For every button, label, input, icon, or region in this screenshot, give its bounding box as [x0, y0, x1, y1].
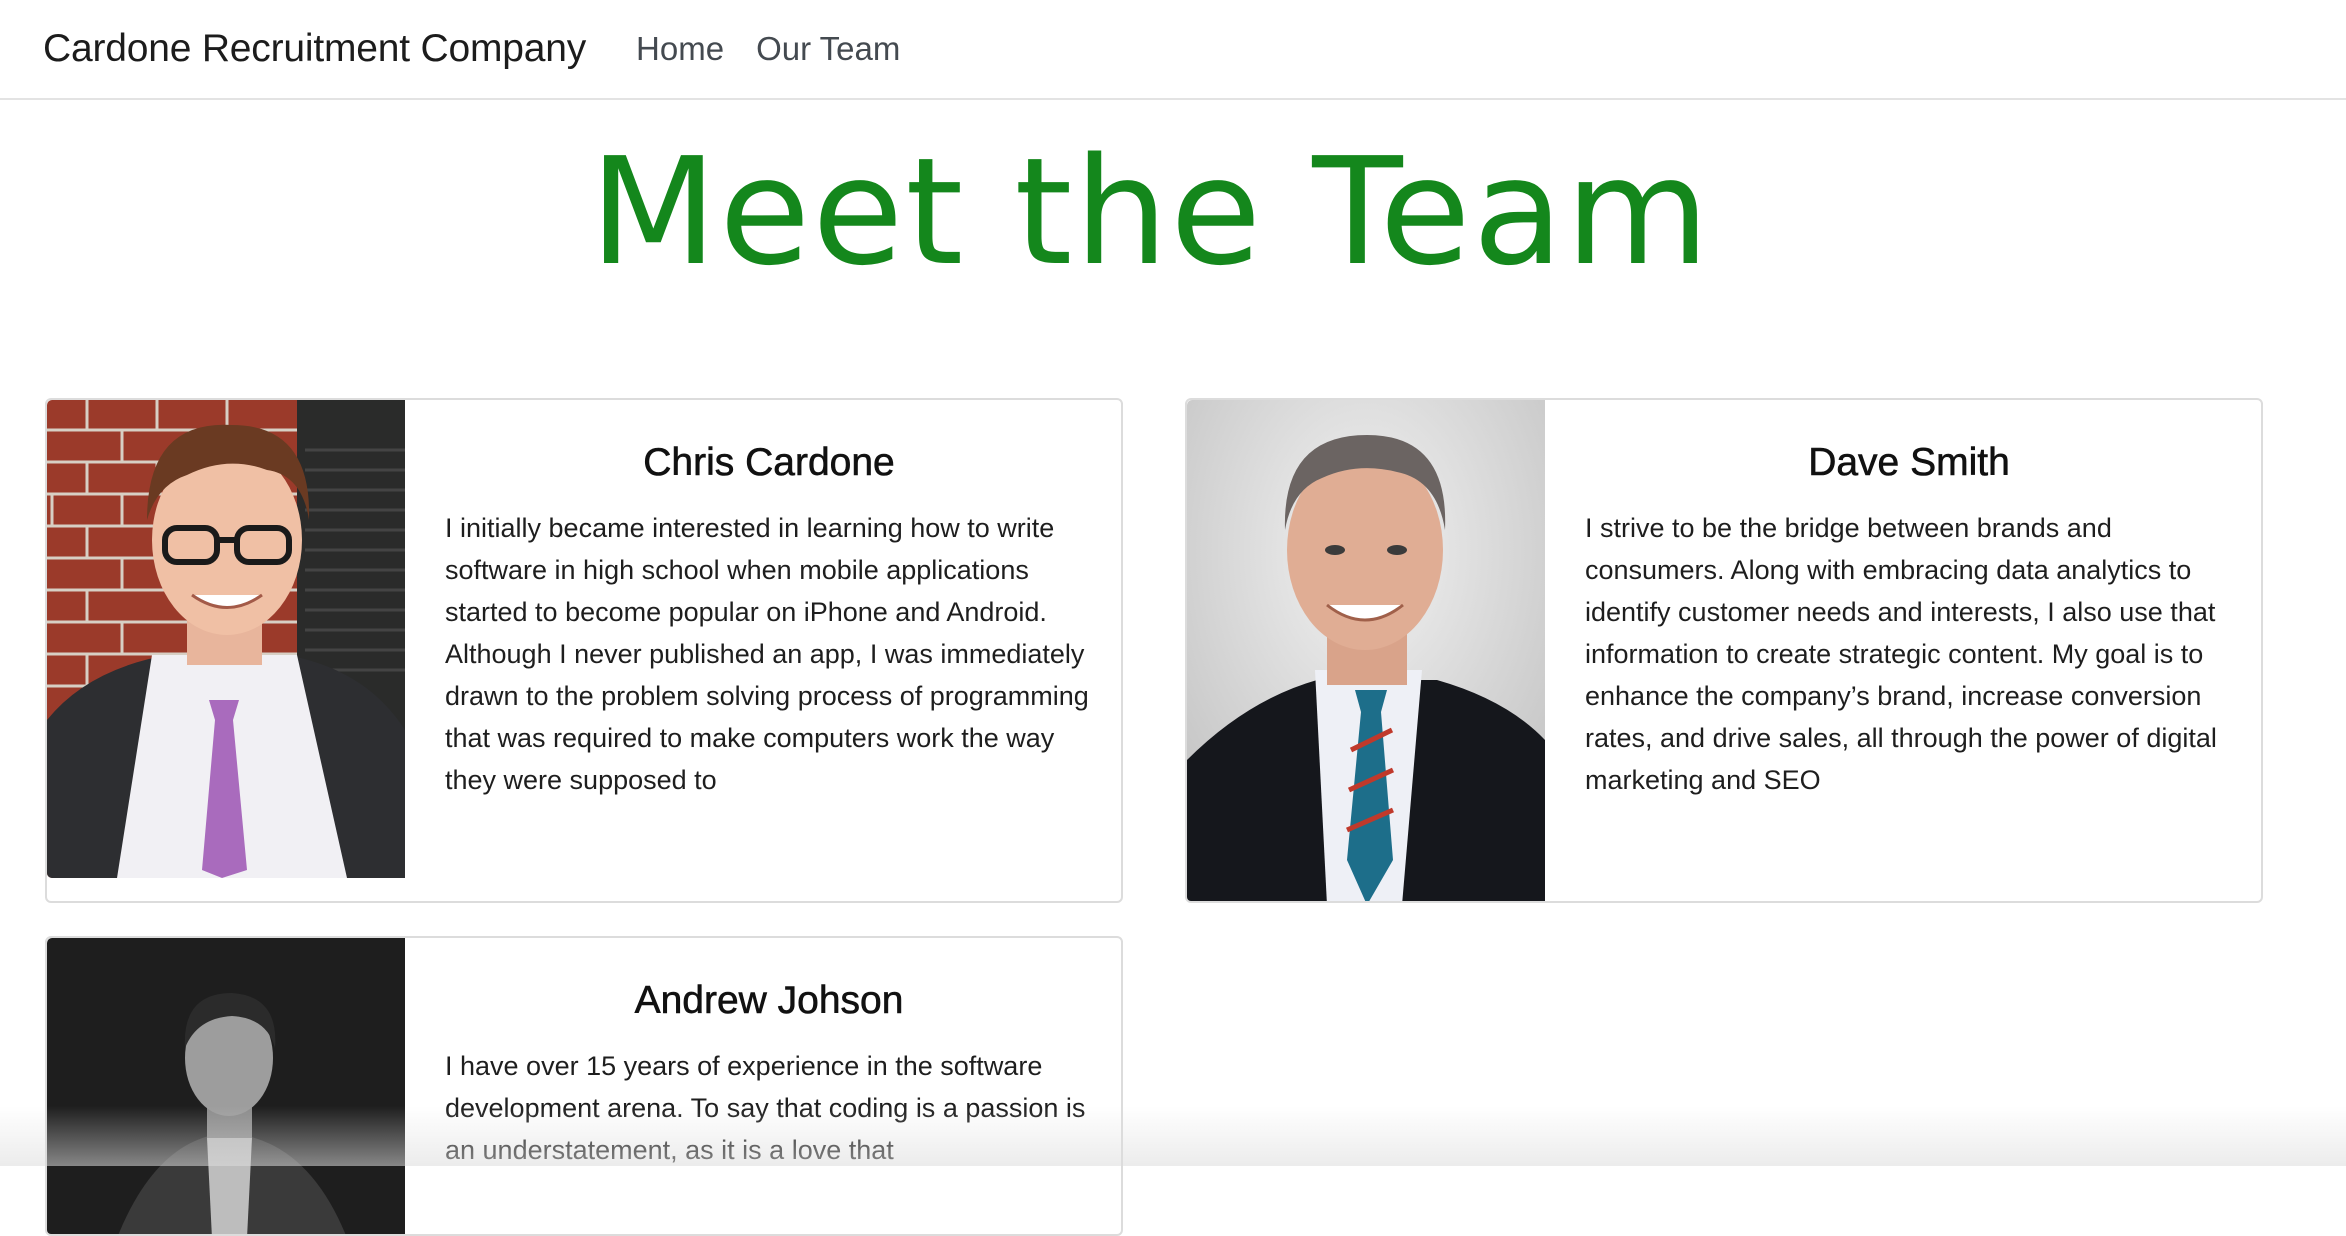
- nav-link-our-team[interactable]: Our Team: [756, 30, 900, 68]
- team-card-dave: Dave Smith I strive to be the bridge bet…: [1185, 398, 2263, 903]
- team-card-chris: Chris Cardone I initially became interes…: [45, 398, 1123, 903]
- nav-link-home[interactable]: Home: [636, 30, 724, 68]
- card-body-andrew: Andrew Johson I have over 15 years of ex…: [445, 938, 1093, 1171]
- member-bio: I have over 15 years of experience in th…: [445, 1050, 1086, 1165]
- nav-links: Home Our Team: [636, 30, 900, 68]
- member-name: Dave Smith: [1808, 441, 2010, 485]
- top-navbar: Cardone Recruitment Company Home Our Tea…: [0, 0, 2346, 100]
- member-name: Andrew Johson: [634, 979, 904, 1023]
- brand-link[interactable]: Cardone Recruitment Company: [43, 27, 586, 71]
- profile-photo-chris: [47, 400, 405, 878]
- card-body-dave: Dave Smith I strive to be the bridge bet…: [1585, 400, 2233, 801]
- team-card-andrew: Andrew Johson I have over 15 years of ex…: [45, 936, 1123, 1236]
- profile-photo-dave: [1187, 400, 1545, 901]
- member-bio: I strive to be the bridge between brands…: [1585, 512, 2217, 795]
- page-title: Meet the Team: [589, 126, 1712, 298]
- member-bio: I initially became interested in learnin…: [445, 512, 1089, 795]
- profile-photo-andrew-image: [47, 938, 405, 1234]
- profile-photo-dave-image: [1187, 400, 1545, 901]
- profile-photo-andrew: [47, 938, 405, 1234]
- profile-photo-chris-image: [47, 400, 405, 878]
- card-body-chris: Chris Cardone I initially became interes…: [445, 400, 1093, 801]
- member-name: Chris Cardone: [643, 441, 895, 485]
